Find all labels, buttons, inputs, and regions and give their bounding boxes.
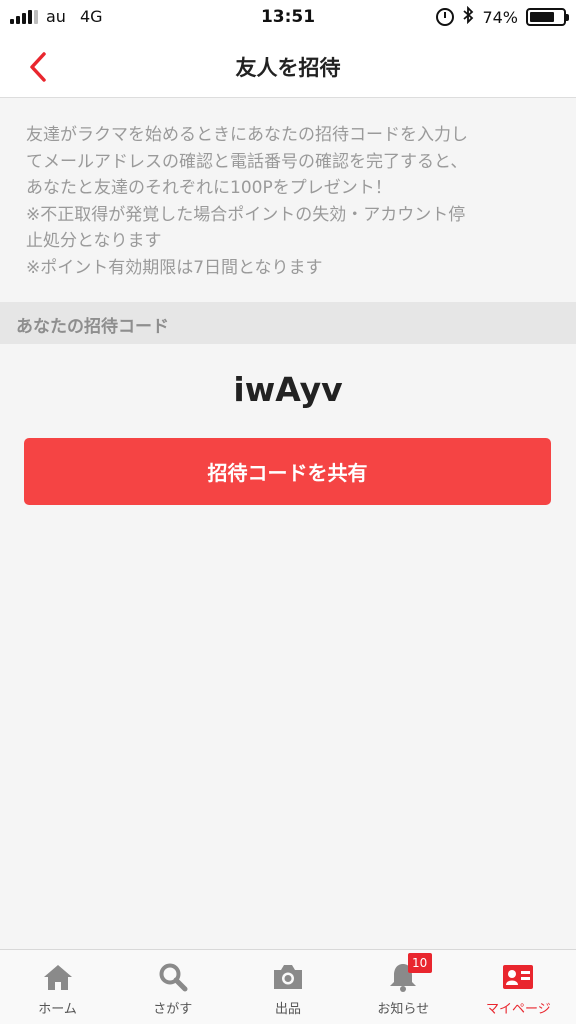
invite-description: 友達がラクマを始めるときにあなたの招待コードを入力し てメールアドレスの確認と電… (26, 122, 556, 281)
invite-code-section-header: あなたの招待コード (0, 302, 576, 344)
description-line: てメールアドレスの確認と電話番号の確認を完了すると、 (26, 151, 468, 172)
tab-label: さがす (153, 1002, 193, 1017)
camera-icon (274, 965, 302, 989)
battery-icon (526, 8, 569, 26)
description-line: あなたと友達のそれぞれに100Pをプレゼント！ (26, 178, 392, 198)
tab-label: マイページ (486, 1002, 551, 1017)
section-label: あなたの招待コード (16, 317, 169, 337)
chevron-left-icon[interactable] (20, 48, 56, 86)
tab-home[interactable]: ホーム (0, 950, 115, 1024)
tab-label: 出品 (275, 1002, 302, 1017)
tab-bar: ホーム さがす 出品 10 お知らせ マイページ (0, 949, 576, 1024)
tab-mypage[interactable]: マイページ (461, 950, 576, 1024)
tab-search[interactable]: さがす (115, 950, 230, 1024)
notification-badge: 10 (407, 953, 432, 973)
description-line: ※ポイント有効期限は7日間となります (26, 257, 323, 278)
description-line: 友達がラクマを始めるときにあなたの招待コードを入力し (26, 125, 468, 145)
tab-sell[interactable]: 出品 (230, 950, 345, 1024)
navigation-bar: 友人を招待 (0, 36, 576, 98)
status-right: 74% (436, 5, 569, 28)
description-line: ※不正取得が発覚した場合ポイントの失効・アカウント停 (26, 204, 466, 225)
tab-label: ホーム (38, 1002, 77, 1017)
search-icon (159, 963, 188, 992)
share-invite-code-button[interactable]: 招待コードを共有 (24, 438, 551, 505)
home-icon (43, 965, 72, 990)
profile-card-icon (503, 965, 534, 989)
tab-label: お知らせ (377, 1002, 430, 1017)
description-line: 止処分となります (26, 231, 162, 251)
battery-percent: 74% (482, 7, 518, 27)
page-title: 友人を招待 (235, 56, 341, 80)
status-bar: au 4G 13:51 74% (0, 0, 576, 36)
invite-code: iwAyv (233, 370, 343, 409)
alarm-icon (436, 8, 455, 26)
tab-notifications[interactable]: 10 お知らせ (346, 950, 461, 1024)
bluetooth-icon (462, 5, 474, 28)
battery-fill (530, 12, 554, 22)
